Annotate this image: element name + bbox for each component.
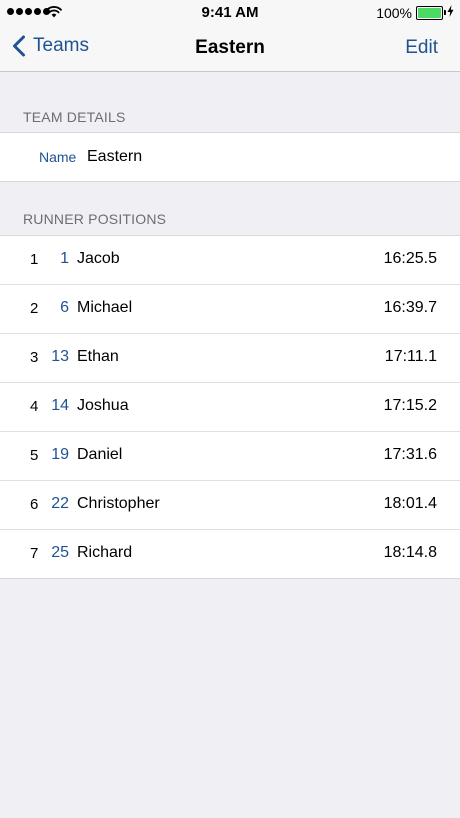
runner-time: 18:01.4 <box>383 495 437 512</box>
runner-time: 17:15.2 <box>383 397 437 414</box>
runner-row[interactable]: 4 14 Joshua 17:15.2 <box>0 383 460 432</box>
runner-bib: 22 <box>51 495 69 512</box>
battery-status: 100% <box>376 4 454 22</box>
status-bar: 9:41 AM 100% <box>0 0 460 24</box>
runner-row[interactable]: 5 19 Daniel 17:31.6 <box>0 432 460 481</box>
runner-positions-header: RUNNER POSITIONS <box>23 211 167 227</box>
runner-row[interactable]: 2 6 Michael 16:39.7 <box>0 285 460 334</box>
team-name-row[interactable]: Name Eastern <box>0 133 460 181</box>
runner-position: 2 <box>30 300 39 317</box>
runner-position: 1 <box>30 251 39 268</box>
runner-name: Richard <box>77 544 133 561</box>
runner-position: 7 <box>30 545 39 562</box>
edit-button[interactable]: Edit <box>405 37 438 59</box>
runner-row[interactable]: 1 1 Jacob 16:25.5 <box>0 236 460 285</box>
runner-bib: 13 <box>51 348 69 365</box>
battery-percent: 100% <box>376 5 412 21</box>
runner-time: 16:39.7 <box>383 299 437 316</box>
runner-row[interactable]: 3 13 Ethan 17:11.1 <box>0 334 460 383</box>
battery-icon <box>416 6 446 20</box>
runner-time: 17:31.6 <box>383 446 437 463</box>
runner-position: 6 <box>30 496 39 513</box>
runner-bib: 14 <box>51 397 69 414</box>
runner-bib: 1 <box>60 250 69 267</box>
runner-time: 16:25.5 <box>383 250 437 267</box>
runner-position: 5 <box>30 447 39 464</box>
bolt-icon <box>447 4 454 22</box>
runner-bib: 6 <box>60 299 69 316</box>
runner-position: 4 <box>30 398 39 415</box>
runner-list: 1 1 Jacob 16:25.5 2 6 Michael 16:39.7 3 … <box>0 235 460 579</box>
runner-name: Jacob <box>77 250 120 267</box>
team-name-value: Eastern <box>87 148 143 165</box>
runner-row[interactable]: 6 22 Christopher 18:01.4 <box>0 481 460 530</box>
runner-bib: 25 <box>51 544 69 561</box>
runner-bib: 19 <box>51 446 69 463</box>
runner-name: Daniel <box>77 446 123 463</box>
team-details-group: Name Eastern <box>0 132 460 182</box>
runner-name: Michael <box>77 299 133 316</box>
runner-time: 17:11.1 <box>384 348 437 365</box>
page-title: Eastern <box>195 37 265 58</box>
runner-name: Joshua <box>77 397 129 414</box>
runner-name: Christopher <box>77 495 160 512</box>
team-name-label: Name <box>39 149 77 165</box>
runner-time: 18:14.8 <box>383 544 437 561</box>
team-details-header: TEAM DETAILS <box>23 109 126 125</box>
runner-row[interactable]: 7 25 Richard 18:14.8 <box>0 530 460 578</box>
navigation-bar: Teams Eastern Edit <box>0 24 460 72</box>
runner-name: Ethan <box>77 348 119 365</box>
runner-position: 3 <box>30 349 39 366</box>
